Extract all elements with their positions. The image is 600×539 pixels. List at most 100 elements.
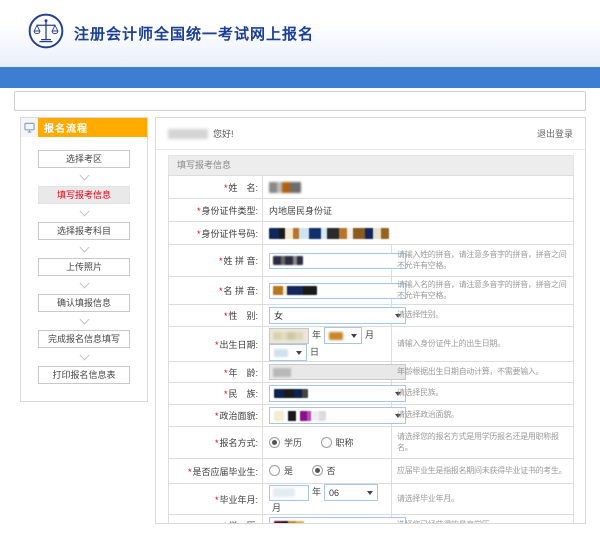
redacted-username — [168, 129, 208, 139]
education-level-hint: 选择您已经获得的最高学历。 — [392, 515, 574, 525]
surname-pinyin-label: 姓 拼 音: — [223, 256, 258, 266]
redacted-political-status — [274, 411, 326, 421]
method-title-option[interactable]: 职称 — [321, 436, 354, 449]
birthdate-label: 出生日期: — [219, 340, 258, 350]
redacted-birth-month — [329, 332, 343, 340]
givenname-pinyin-input[interactable] — [269, 283, 406, 299]
radio-unchecked-icon[interactable] — [269, 465, 280, 476]
chevron-down-icon — [79, 207, 89, 217]
row-id-type: *身份证件类型: 内地居民身份证 — [169, 199, 574, 222]
section-title: 填写报考信息 — [168, 155, 574, 175]
redacted-education-level — [274, 521, 304, 524]
gender-select[interactable]: 女 — [269, 307, 406, 324]
id-type-value: 内地居民身份证 — [269, 206, 332, 216]
step-complete-info: 完成报名信息填写 — [38, 330, 130, 348]
step-select-region: 选择考区 — [38, 150, 130, 168]
political-status-hint: 请选择政治面貌。 — [392, 405, 574, 427]
ethnicity-label: 民 族: — [228, 389, 258, 399]
row-givenname-pinyin: *名 拼 音: 请输入名的拼音，请注意多音字的拼音，拼音之间不允许有空格。 — [169, 277, 574, 305]
step-upload-photo: 上传照片 — [38, 258, 130, 276]
chevron-down-icon — [79, 351, 89, 361]
redacted-graduation-year — [273, 488, 295, 497]
graduation-month-select[interactable]: 06 — [324, 484, 378, 501]
id-type-label: 身份证件类型: — [201, 206, 258, 216]
step-select-subjects: 选择报考科目 — [38, 222, 130, 240]
fresh-grad-no-option[interactable]: 否 — [312, 464, 336, 477]
row-name: *姓 名: — [169, 176, 574, 199]
form-wrapper: 填写报考信息 *姓 名: *身份证件类型: 内地居民身份证 *身份证件号码: *… — [156, 150, 585, 524]
radio-checked-icon[interactable] — [269, 437, 280, 448]
row-birthdate: *出生日期: 年月日 请输入身份证件上的出生日期。 — [169, 327, 574, 362]
row-age: *年 龄: 年龄根据出生日期自动计算，不需要输入。 — [169, 362, 574, 383]
birth-month-select[interactable] — [324, 327, 362, 344]
row-id-number: *身份证件号码: — [169, 222, 574, 245]
fresh-grad-yes-option[interactable]: 是 — [269, 464, 293, 477]
step-fill-info-active: 填写报考信息 — [38, 186, 130, 204]
age-hint: 年龄根据出生日期自动计算，不需要输入。 — [392, 362, 574, 383]
row-graduation-date: *毕业年月: 年06月 请选择毕业年月。 — [169, 484, 574, 515]
gender-label: 性 别: — [228, 311, 258, 321]
education-level-label: 学 历: — [228, 521, 258, 524]
political-status-select[interactable] — [269, 407, 406, 424]
birth-day-select[interactable] — [269, 344, 307, 361]
registration-form-table: *姓 名: *身份证件类型: 内地居民身份证 *身份证件号码: *姓 拼 音: … — [168, 175, 574, 524]
radio-checked-icon[interactable] — [312, 465, 323, 476]
cpa-emblem-logo — [28, 13, 64, 54]
ethnicity-hint: 请选择民族。 — [392, 383, 574, 405]
redacted-surname-pinyin — [273, 256, 303, 265]
sidebar-header: 报名流程 — [21, 118, 147, 137]
registration-method-hint: 请选择您的报名方式是用学历报名还是用职称报名。 — [392, 427, 574, 459]
graduation-year-input[interactable] — [269, 485, 309, 501]
greeting-text: 您好! — [168, 127, 234, 140]
redacted-id-number — [269, 228, 389, 239]
sidebar-title: 报名流程 — [38, 120, 88, 135]
row-registration-method: *报名方式: 学历 职称 请选择您的报名方式是用学历报名还是用职称报名。 — [169, 427, 574, 459]
row-education-level: *学 历: 选择您已经获得的最高学历。 — [169, 515, 574, 525]
row-gender: *性 别: 女 请选择性别。 — [169, 305, 574, 327]
row-political-status: *政治面貌: 请选择政治面貌。 — [169, 405, 574, 427]
education-level-select[interactable] — [269, 517, 406, 524]
chevron-down-icon — [79, 315, 89, 325]
graduation-date-label: 毕业年月: — [219, 495, 258, 505]
redacted-givenname-pinyin — [273, 286, 317, 295]
givenname-pinyin-label: 名 拼 音: — [223, 286, 258, 296]
registration-method-label: 报名方式: — [219, 438, 258, 448]
step-confirm-info: 确认填报信息 — [38, 294, 130, 312]
dropdown-arrow-icon — [296, 351, 302, 355]
graduation-date-hint: 请选择毕业年月。 — [392, 484, 574, 515]
redacted-age — [273, 368, 291, 377]
method-degree-option[interactable]: 学历 — [269, 436, 302, 449]
radio-unchecked-icon[interactable] — [321, 437, 332, 448]
age-label: 年 龄: — [228, 368, 258, 378]
political-status-label: 政治面貌: — [219, 411, 258, 421]
chevron-down-icon — [79, 171, 89, 181]
site-title: 注册会计师全国统一考试网上报名 — [74, 23, 314, 44]
birth-year-input[interactable] — [269, 328, 309, 344]
page-header: 注册会计师全国统一考试网上报名 — [0, 0, 600, 67]
row-surname-pinyin: *姓 拼 音: 请输入姓的拼音，请注意多音字的拼音，拼音之间不允许有空格。 — [169, 245, 574, 277]
redacted-birth-year — [273, 332, 303, 340]
redacted-birth-day — [274, 349, 288, 357]
greeting-bar: 您好! 退出登录 — [156, 118, 585, 150]
ethnicity-select[interactable] — [269, 385, 406, 402]
age-input-disabled — [269, 364, 406, 380]
main-panel: 您好! 退出登录 填写报考信息 *姓 名: *身份证件类型: 内地居民身份证 *… — [155, 117, 586, 524]
fresh-graduate-label: 是否应届毕业生: — [192, 467, 258, 477]
chevron-down-icon — [79, 279, 89, 289]
row-fresh-graduate: *是否应届毕业生: 是 否 应届毕业生是指报名期间未获得毕业证书的考生。 — [169, 459, 574, 484]
content-area: 报名流程 选择考区 填写报考信息 选择报考科目 上传照片 确认填报信息 完成报名… — [20, 117, 586, 524]
surname-pinyin-input[interactable] — [269, 253, 406, 269]
fresh-graduate-hint: 应届毕业生是指报名期间未获得毕业证书的考生。 — [392, 459, 574, 484]
row-ethnicity: *民 族: 请选择民族。 — [169, 383, 574, 405]
dropdown-arrow-icon — [351, 334, 357, 338]
name-label: 姓 名: — [228, 183, 258, 193]
step-list: 选择考区 填写报考信息 选择报考科目 上传照片 确认填报信息 完成报名信息填写 … — [21, 137, 147, 384]
menu-bar — [14, 91, 586, 111]
process-sidebar: 报名流程 选择考区 填写报考信息 选择报考科目 上传照片 确认填报信息 完成报名… — [20, 117, 148, 402]
dropdown-arrow-icon — [367, 491, 373, 495]
givenname-pinyin-hint: 请输入名的拼音，请注意多音字的拼音，拼音之间不允许有空格。 — [392, 277, 574, 305]
gender-hint: 请选择性别。 — [392, 305, 574, 327]
surname-pinyin-hint: 请输入姓的拼音，请注意多音字的拼音，拼音之间不允许有空格。 — [392, 245, 574, 277]
logout-link[interactable]: 退出登录 — [537, 127, 573, 140]
blue-band — [0, 67, 600, 88]
